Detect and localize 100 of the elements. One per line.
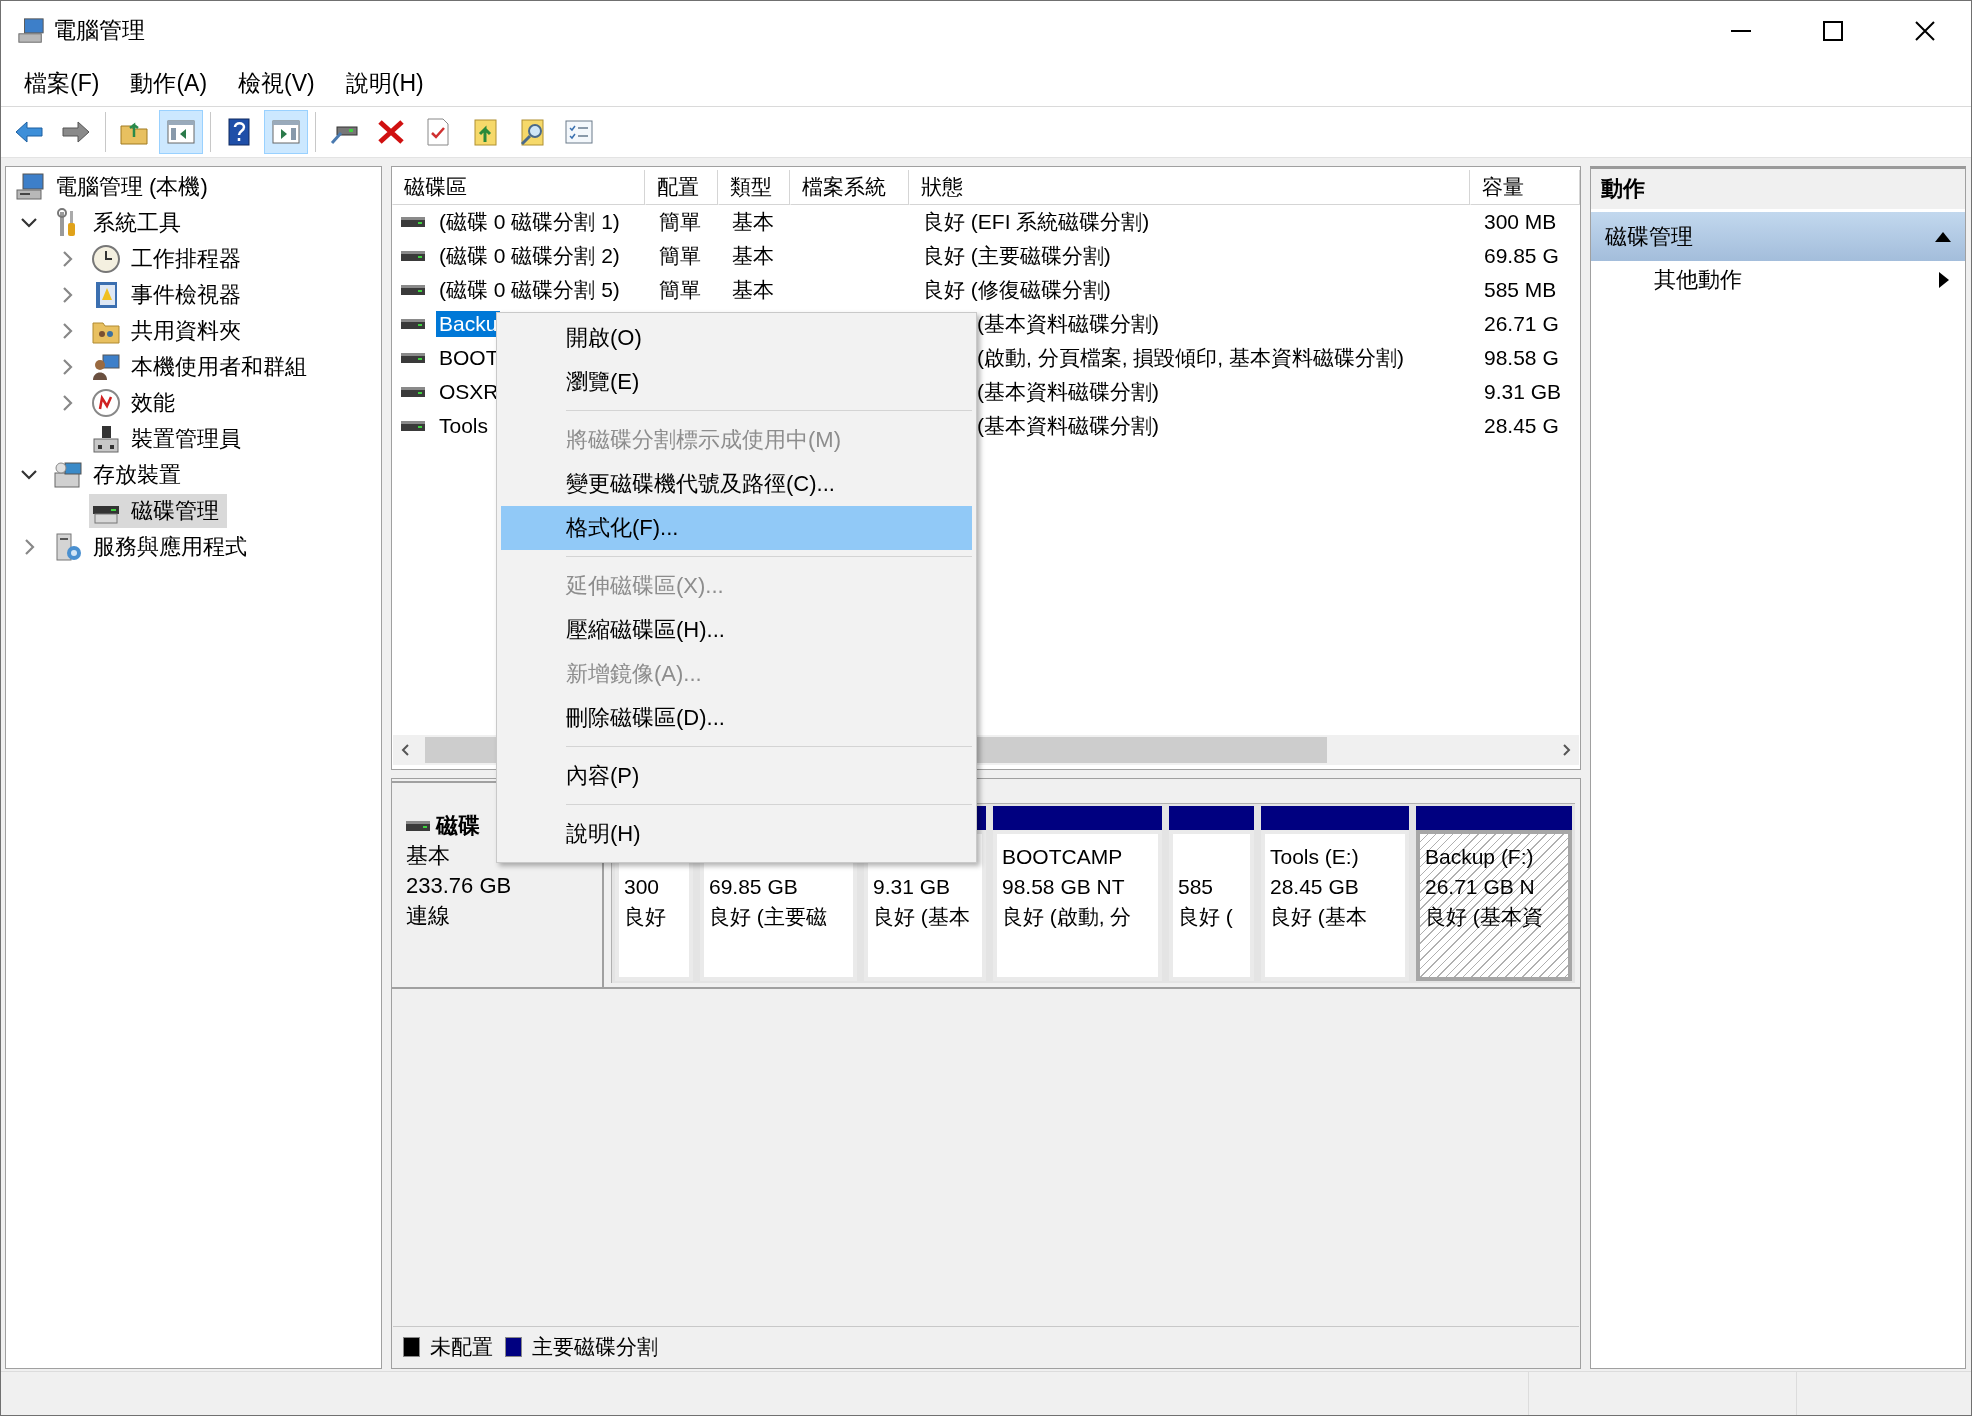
drive-icon: [401, 420, 425, 432]
table-cell: 69.85 G: [1484, 244, 1559, 268]
menu-item[interactable]: 動作(A): [119, 63, 219, 103]
tree-item[interactable]: 事件檢視器: [89, 278, 249, 312]
partition-status: 良好 (主要磁: [709, 904, 828, 930]
menu-item[interactable]: 壓縮磁碟區(H)...: [501, 608, 972, 652]
table-cell-text: 基本: [732, 243, 774, 269]
column-header[interactable]: 磁碟區: [392, 170, 645, 205]
table-cell: 98.58 G: [1484, 346, 1559, 370]
close-icon: [1915, 20, 1935, 41]
users-icon: [91, 352, 121, 382]
drive-icon: [401, 216, 425, 228]
menu-item[interactable]: 格式化(F)...: [501, 506, 972, 550]
tree-item[interactable]: 共用資料夾: [89, 314, 249, 348]
drive-icon: [406, 820, 430, 832]
partition-name: Backup (F:): [1425, 844, 1535, 870]
partition-status: 良好 (基本資: [1425, 904, 1544, 930]
tree-item[interactable]: 服務與應用程式: [51, 530, 255, 564]
column-header[interactable]: 配置: [645, 170, 718, 205]
tree-pane-icon: [166, 117, 196, 147]
tree-item[interactable]: 效能: [89, 386, 183, 420]
storage-icon: [53, 460, 83, 490]
partition-block[interactable]: BOOTCAMP 98.58 GB NT 良好 (啟動, 分: [993, 830, 1162, 981]
table-cell: 28.45 G: [1484, 414, 1559, 438]
partition-size: 9.31 GB: [873, 874, 952, 900]
partition-size: 26.71 GB N: [1425, 874, 1536, 900]
tree-item[interactable]: 電腦管理 (本機): [13, 170, 216, 204]
disk-type: 基本: [406, 842, 450, 870]
maximize-icon: [1823, 20, 1843, 41]
table-cell-text: (基本資料磁碟分割): [977, 413, 1159, 439]
table-cell-text: 良好 (主要磁碟分割): [923, 243, 1111, 269]
partition-block[interactable]: Backup (F:) 26.71 GB N 良好 (基本資: [1416, 830, 1572, 981]
table-cell-text: 良好 (EFI 系統磁碟分割): [923, 209, 1150, 235]
action-item[interactable]: 其他動作: [1591, 261, 1965, 299]
delete-icon: [376, 117, 406, 147]
legend-label: 主要磁碟分割: [532, 1333, 658, 1360]
legend-label: 未配置: [430, 1333, 493, 1360]
menu-item[interactable]: 瀏覽(E): [501, 360, 972, 404]
table-cell-text: (基本資料磁碟分割): [977, 379, 1159, 405]
drive-icon: [401, 386, 425, 398]
menu-item[interactable]: 內容(P): [501, 754, 972, 798]
partition-size: 300: [624, 874, 661, 900]
table-cell-text: (基本資料磁碟分割): [977, 311, 1159, 337]
drive-icon: [401, 318, 425, 330]
column-header[interactable]: 類型: [718, 170, 790, 205]
column-header[interactable]: 檔案系統: [790, 170, 909, 205]
table-cell[interactable]: (磁碟 0 磁碟分割 2): [436, 241, 623, 271]
menu-item[interactable]: 開啟(O): [501, 316, 972, 360]
partition-name: Tools (E:): [1270, 844, 1360, 870]
triangle-up-icon[interactable]: [1935, 231, 1951, 242]
server-icon: [53, 532, 83, 562]
clock-icon: [91, 244, 121, 274]
disk-size: 233.76 GB: [406, 872, 512, 900]
partition-status: 良好 (啟動, 分: [1002, 904, 1133, 930]
menu-item[interactable]: 說明(H): [334, 63, 435, 103]
disk-name: 磁碟: [436, 812, 480, 840]
device-icon: [91, 424, 121, 454]
table-cell[interactable]: (磁碟 0 磁碟分割 1): [436, 207, 623, 237]
menu-item[interactable]: 變更磁碟機代號及路徑(C)...: [501, 462, 972, 506]
partition-status: 良好: [624, 904, 667, 930]
table-cell-text: 簡單: [659, 277, 701, 303]
disk-state: 連線: [406, 902, 450, 930]
window-title: 電腦管理: [53, 16, 145, 45]
partition-size: 28.45 GB: [1270, 874, 1360, 900]
computer-icon: [17, 16, 45, 45]
partition-size: 585: [1178, 874, 1215, 900]
column-header[interactable]: 容量: [1470, 170, 1580, 205]
menu-item[interactable]: 刪除磁碟區(D)...: [501, 696, 972, 740]
table-cell[interactable]: Backu: [436, 311, 501, 337]
partition-status: 良好 (基本: [1270, 904, 1368, 930]
partition-size: 98.58 GB NT: [1002, 874, 1126, 900]
table-cell-text: 良好 (修復磁碟分割): [923, 277, 1111, 303]
minimize-icon: [1731, 29, 1751, 32]
table-cell-text: 簡單: [659, 243, 701, 269]
tree-item[interactable]: 存放裝置: [51, 458, 189, 492]
partition-block[interactable]: Tools (E:) 28.45 GB 良好 (基本: [1261, 830, 1409, 981]
menu-item[interactable]: 檔案(F): [13, 63, 111, 103]
partition-status: 良好 (: [1178, 904, 1234, 930]
column-header[interactable]: 狀態: [909, 170, 1470, 205]
section-header[interactable]: 磁碟管理: [1591, 212, 1965, 261]
menu-item[interactable]: 檢視(V): [227, 63, 326, 103]
table-cell: 300 MB: [1484, 210, 1557, 234]
tree-item[interactable]: 磁碟管理: [89, 494, 227, 528]
table-cell[interactable]: Tools: [436, 413, 492, 439]
drive-icon: [401, 250, 425, 262]
table-cell: 9.31 GB: [1484, 380, 1562, 404]
table-cell[interactable]: (磁碟 0 磁碟分割 5): [436, 275, 623, 305]
table-cell-text: (啟動, 分頁檔案, 損毀傾印, 基本資料磁碟分割): [977, 345, 1404, 371]
tree-item[interactable]: 本機使用者和群組: [89, 350, 315, 384]
tree-item[interactable]: 系統工具: [51, 206, 189, 240]
drive-icon: [401, 284, 425, 296]
partition-size: 69.85 GB: [709, 874, 799, 900]
table-cell: 585 MB: [1484, 278, 1557, 302]
action-pane-icon: [271, 117, 301, 147]
tree-item[interactable]: 工作排程器: [89, 242, 249, 276]
tree-item[interactable]: 裝置管理員: [89, 422, 249, 456]
drive-icon: [401, 352, 425, 364]
table-cell-text: 簡單: [659, 209, 701, 235]
partition-block[interactable]: 585 良好 (: [1169, 830, 1254, 981]
table-cell: 26.71 G: [1484, 312, 1559, 336]
